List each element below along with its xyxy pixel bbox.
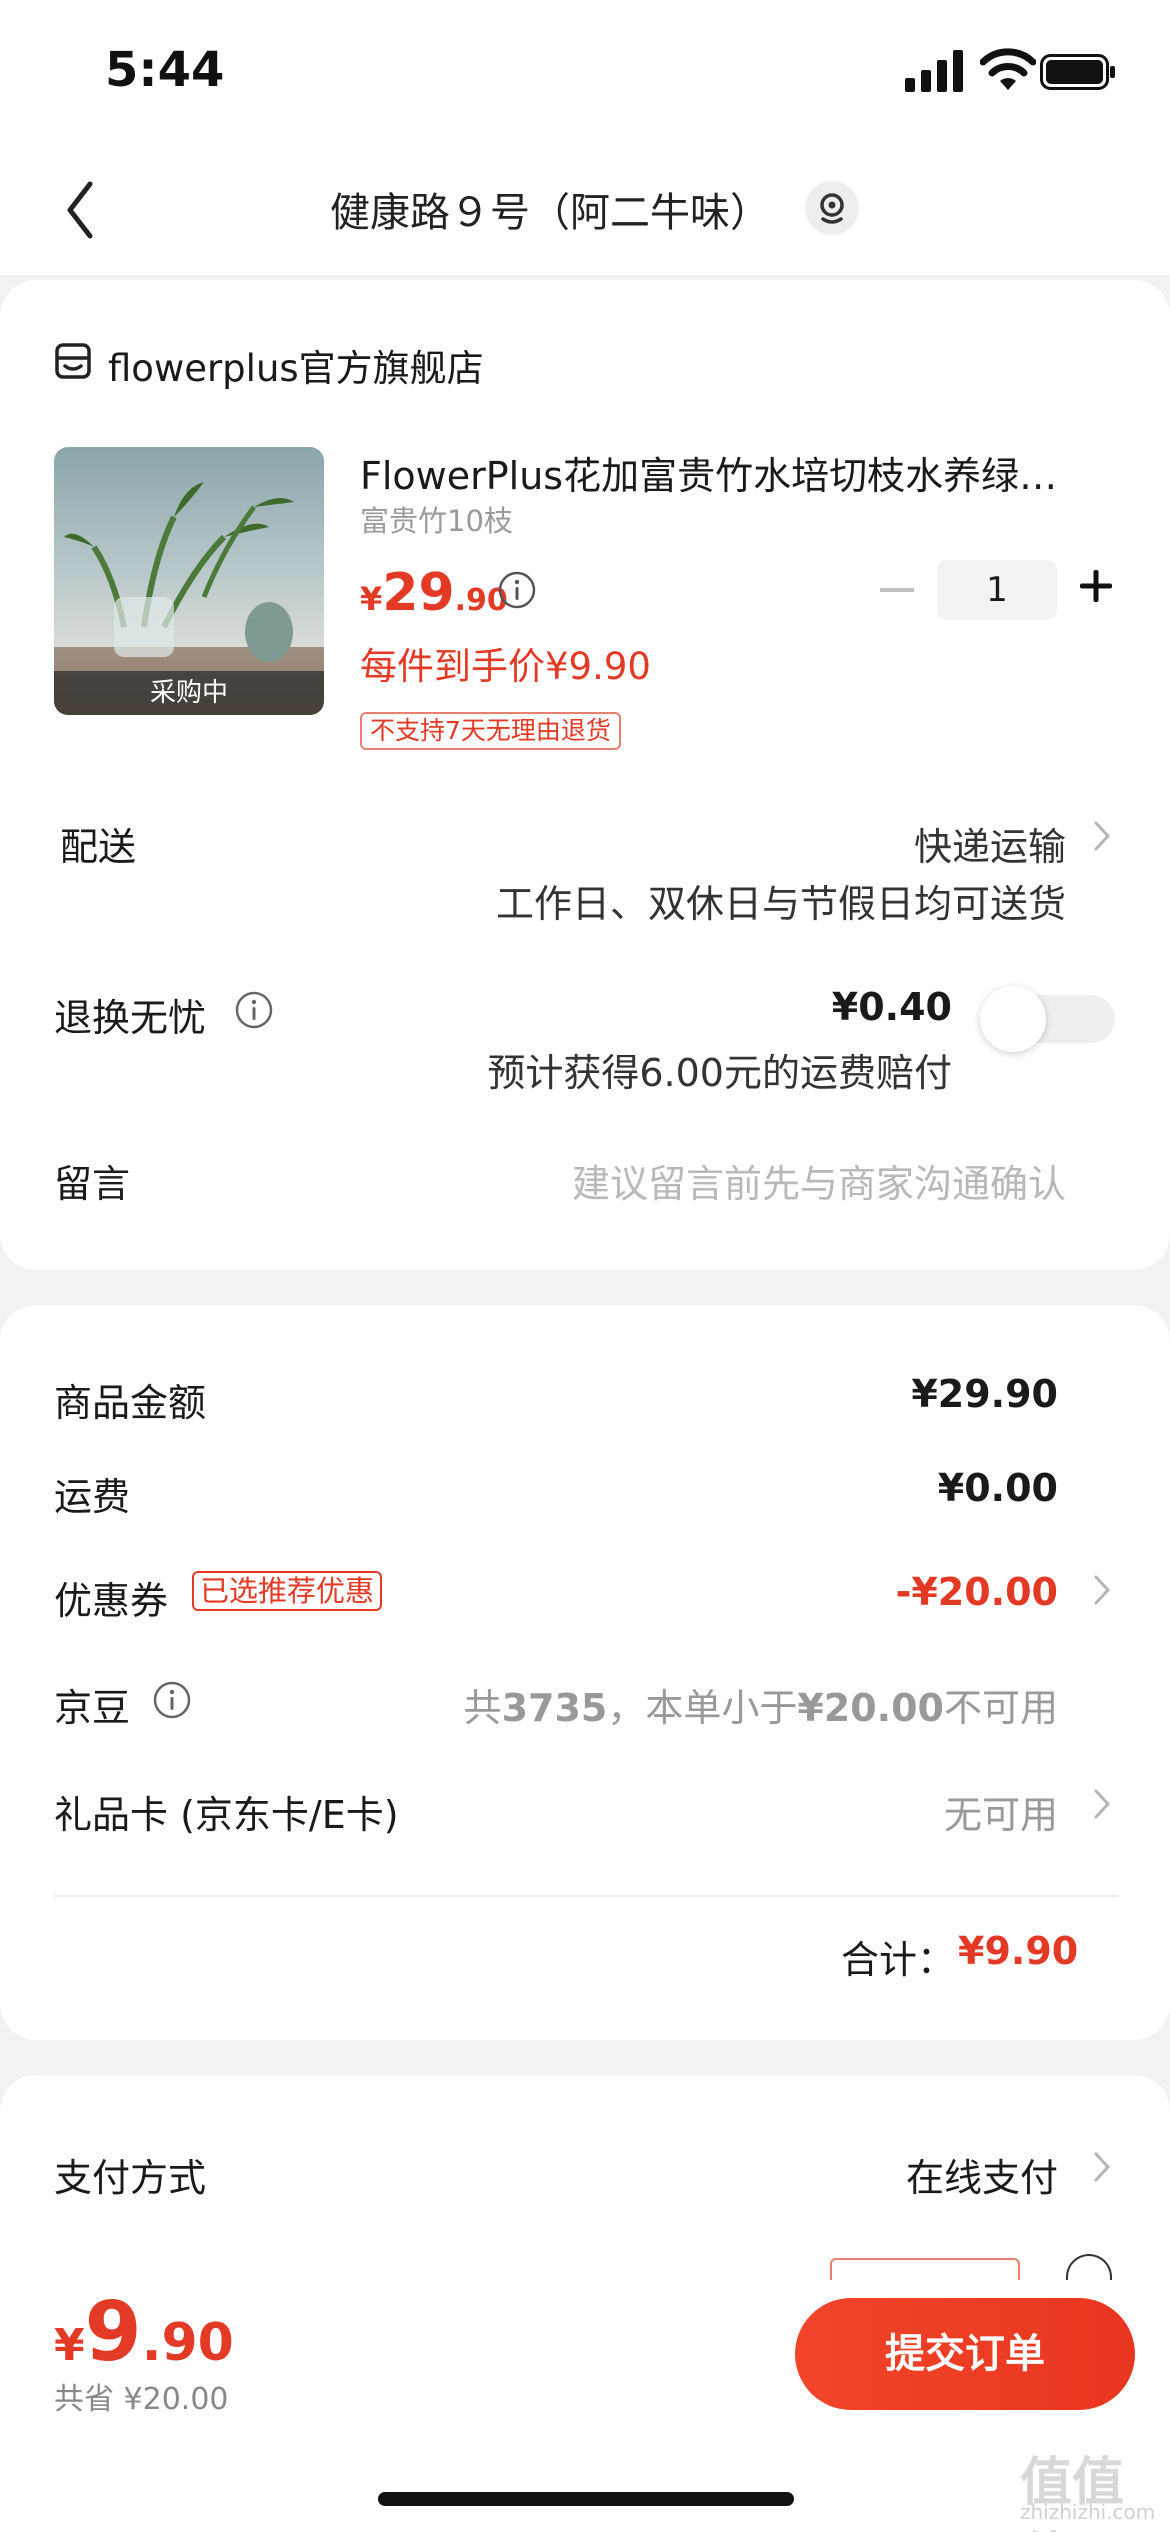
payment-label: 支付方式 <box>54 2156 207 2200</box>
chevron-right-icon[interactable] <box>1093 2151 1111 2183</box>
jingdou-count: 3735 <box>501 1686 608 1730</box>
partial-promo-tag <box>830 2258 1020 2280</box>
message-label: 留言 <box>54 1162 131 1206</box>
bottom-price-symbol: ¥ <box>54 2320 85 2371</box>
location-pin-icon <box>820 193 844 224</box>
jingdou-value: 共3735，本单小于¥20.00不可用 <box>400 1677 1058 1732</box>
back-arrow-icon[interactable] <box>60 178 100 242</box>
quantity-plus-button[interactable] <box>1078 568 1114 604</box>
delivery-label: 配送 <box>60 825 137 869</box>
each-price: 每件到手价¥9.90 <box>360 645 651 688</box>
delivery-note: 工作日、双休日与节假日均可送货 <box>495 882 1066 926</box>
order-item-card <box>0 280 1170 1270</box>
store-icon <box>55 343 91 379</box>
return-worry-info-icon[interactable] <box>234 990 274 1030</box>
shipping-label: 运费 <box>54 1475 131 1519</box>
toggle-knob[interactable] <box>980 986 1046 1052</box>
jingdou-prefix: 共 <box>463 1686 502 1730</box>
bottom-price-integer: 9 <box>84 2285 142 2380</box>
quantity-value[interactable]: 1 <box>937 560 1057 620</box>
bottom-price-decimal: .90 <box>141 2313 234 2373</box>
watermark-url: zhizhizhi.com <box>1020 2500 1156 2524</box>
jingdou-suffix: 不可用 <box>943 1686 1058 1730</box>
price-integer: 29 <box>382 563 455 623</box>
chevron-right-icon[interactable] <box>1093 820 1111 852</box>
signal-icon <box>905 50 963 92</box>
quantity-minus-button[interactable] <box>880 588 914 592</box>
goods-amount-label: 商品金额 <box>54 1381 207 1425</box>
store-name[interactable]: flowerplus官方旗舰店 <box>108 338 484 392</box>
coupon-value[interactable]: -¥20.00 <box>700 1570 1058 1614</box>
home-indicator[interactable] <box>378 2492 794 2506</box>
jingdou-mid: ，本单小于 <box>607 1686 798 1730</box>
product-image-badge: 采购中 <box>54 671 324 715</box>
delivery-method[interactable]: 快递运输 <box>700 816 1066 871</box>
product-spec: 富贵竹10枝 <box>360 504 513 538</box>
product-title[interactable]: FlowerPlus花加富贵竹水培切枝水养绿… <box>360 445 1100 500</box>
bottom-total-price: ¥9.90 <box>54 2285 234 2380</box>
location-button[interactable] <box>805 181 859 235</box>
total-value: ¥9.90 <box>958 1929 1079 1973</box>
coupon-tag: 已选推荐优惠 <box>192 1571 383 1611</box>
return-worry-note: 预计获得6.00元的运费赔付 <box>487 1051 952 1095</box>
summary-divider <box>54 1895 1118 1897</box>
giftcard-label: 礼品卡 (京东卡/E卡) <box>54 1793 399 1837</box>
price-info-icon[interactable] <box>497 570 537 610</box>
return-worry-label: 退换无忧 <box>54 996 207 1040</box>
jingdou-label: 京豆 <box>54 1686 131 1730</box>
product-image[interactable]: 采购中 <box>54 447 324 715</box>
battery-icon <box>1040 54 1115 90</box>
jingdou-limit: ¥20.00 <box>797 1686 944 1730</box>
giftcard-value[interactable]: 无可用 <box>700 1784 1058 1839</box>
address-title[interactable]: 健康路９号（阿二牛味） <box>300 180 800 238</box>
shipping-value: ¥0.00 <box>937 1466 1058 1510</box>
goods-amount-value: ¥29.90 <box>911 1372 1058 1416</box>
product-price: ¥29.90 <box>360 563 508 623</box>
message-input[interactable]: 建议留言前先与商家沟通确认 <box>450 1153 1066 1208</box>
jingdou-info-icon[interactable] <box>152 1680 192 1720</box>
status-time: 5:44 <box>105 42 225 98</box>
total-label: 合计： <box>840 1938 955 1982</box>
bottom-saved: 共省 ¥20.00 <box>54 2382 229 2417</box>
wifi-icon <box>980 48 1036 90</box>
chevron-right-icon[interactable] <box>1093 1574 1111 1606</box>
chevron-right-icon[interactable] <box>1093 1788 1111 1820</box>
return-policy-tag: 不支持7天无理由退货 <box>360 712 621 750</box>
submit-order-button[interactable]: 提交订单 <box>795 2298 1135 2410</box>
price-symbol: ¥ <box>360 580 383 618</box>
payment-value[interactable]: 在线支付 <box>700 2147 1058 2202</box>
return-worry-price: ¥0.40 <box>831 985 952 1029</box>
coupon-label: 优惠券 <box>54 1579 169 1623</box>
